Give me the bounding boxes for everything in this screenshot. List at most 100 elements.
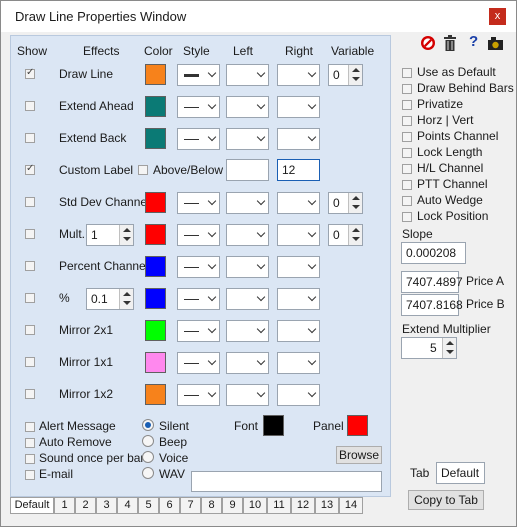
style-dropdown-mirror-1x1[interactable] <box>177 352 220 374</box>
left-dropdown-mirror-1x2[interactable] <box>226 384 269 406</box>
tab-6[interactable]: 6 <box>159 497 180 514</box>
browse-button[interactable]: Browse <box>336 446 382 464</box>
tab-8[interactable]: 8 <box>201 497 222 514</box>
style-dropdown-mirror-2x1[interactable] <box>177 320 220 342</box>
tab-name-input[interactable]: Default <box>436 462 485 484</box>
price-b-input[interactable]: 7407.8168 <box>401 294 463 316</box>
style-dropdown-percent[interactable] <box>177 288 220 310</box>
down-arrow-icon[interactable] <box>352 237 360 241</box>
trash-icon[interactable] <box>443 35 457 52</box>
hl-channel-checkbox[interactable] <box>402 164 412 174</box>
tab-1[interactable]: 1 <box>54 497 75 514</box>
privatize-checkbox[interactable] <box>402 100 412 110</box>
show-checkbox-custom-label[interactable] <box>25 163 35 175</box>
down-arrow-icon[interactable] <box>123 301 131 305</box>
left-dropdown-mult[interactable] <box>226 224 269 246</box>
title-bar[interactable]: Draw Line Properties Window x <box>1 1 516 32</box>
style-dropdown-draw-line[interactable] <box>177 64 220 86</box>
tab-14[interactable]: 14 <box>339 497 363 514</box>
down-arrow-icon[interactable] <box>352 205 360 209</box>
color-swatch-std-dev-channel[interactable] <box>145 192 166 213</box>
up-arrow-icon[interactable] <box>352 196 360 200</box>
left-dropdown-percent-channel[interactable] <box>226 256 269 278</box>
up-arrow-icon[interactable] <box>123 228 131 232</box>
sound-once-checkbox[interactable] <box>25 454 35 464</box>
right-dropdown-draw-line[interactable] <box>277 64 320 86</box>
show-checkbox-extend-back[interactable] <box>25 133 35 143</box>
wav-radio[interactable] <box>142 467 154 479</box>
mult-stepper[interactable]: 1 <box>86 224 134 246</box>
color-swatch-percent[interactable] <box>145 288 166 309</box>
left-dropdown-std-dev-channel[interactable] <box>226 192 269 214</box>
custom-label-left-input[interactable] <box>226 159 269 181</box>
up-arrow-icon[interactable] <box>352 68 360 72</box>
color-swatch-draw-line[interactable] <box>145 64 166 85</box>
color-swatch-extend-back[interactable] <box>145 128 166 149</box>
down-arrow-icon[interactable] <box>352 77 360 81</box>
ptt-channel-checkbox[interactable] <box>402 180 412 190</box>
tab-9[interactable]: 9 <box>222 497 243 514</box>
no-entry-icon[interactable] <box>420 35 436 51</box>
lock-length-checkbox[interactable] <box>402 148 412 158</box>
extend-multiplier-stepper[interactable]: 5 <box>401 337 457 359</box>
right-dropdown-extend-ahead[interactable] <box>277 96 320 118</box>
copy-to-tab-button[interactable]: Copy to Tab <box>408 490 484 510</box>
style-dropdown-percent-channel[interactable] <box>177 256 220 278</box>
silent-radio[interactable] <box>142 419 154 431</box>
auto-remove-checkbox[interactable] <box>25 438 35 448</box>
left-dropdown-extend-back[interactable] <box>226 128 269 150</box>
tab-2[interactable]: 2 <box>75 497 96 514</box>
font-color-swatch[interactable] <box>263 415 284 436</box>
style-dropdown-extend-back[interactable] <box>177 128 220 150</box>
color-swatch-mult[interactable] <box>145 224 166 245</box>
wav-file-input[interactable] <box>191 471 382 492</box>
left-dropdown-draw-line[interactable] <box>226 64 269 86</box>
color-swatch-mirror-1x2[interactable] <box>145 384 166 405</box>
tab-12[interactable]: 12 <box>291 497 315 514</box>
style-dropdown-mirror-1x2[interactable] <box>177 384 220 406</box>
down-arrow-icon[interactable] <box>123 237 131 241</box>
voice-radio[interactable] <box>142 451 154 463</box>
show-checkbox-percent[interactable] <box>25 293 35 303</box>
down-arrow-icon[interactable] <box>446 350 454 354</box>
right-dropdown-mirror-2x1[interactable] <box>277 320 320 342</box>
up-arrow-icon[interactable] <box>123 292 131 296</box>
above-below-checkbox[interactable] <box>138 165 148 175</box>
auto-wedge-checkbox[interactable] <box>402 196 412 206</box>
use-as-default-checkbox[interactable] <box>402 68 412 78</box>
price-a-input[interactable]: 7407.4897 <box>401 271 463 293</box>
lock-position-checkbox[interactable] <box>402 212 412 222</box>
left-dropdown-extend-ahead[interactable] <box>226 96 269 118</box>
show-checkbox-mirror-2x1[interactable] <box>25 325 35 335</box>
show-checkbox-percent-channel[interactable] <box>25 261 35 271</box>
right-dropdown-percent-channel[interactable] <box>277 256 320 278</box>
camera-icon[interactable] <box>487 35 504 52</box>
right-dropdown-std-dev-channel[interactable] <box>277 192 320 214</box>
show-checkbox-mirror-1x2[interactable] <box>25 389 35 399</box>
right-dropdown-percent[interactable] <box>277 288 320 310</box>
percent-stepper[interactable]: 0.1 <box>86 288 134 310</box>
tab-default[interactable]: Default <box>10 497 54 514</box>
show-checkbox-mirror-1x1[interactable] <box>25 357 35 367</box>
beep-radio[interactable] <box>142 435 154 447</box>
show-checkbox-std-dev-channel[interactable] <box>25 197 35 207</box>
email-checkbox[interactable] <box>25 470 35 480</box>
variable-stepper-mult[interactable]: 0 <box>328 224 363 246</box>
show-checkbox-extend-ahead[interactable] <box>25 101 35 111</box>
tab-7[interactable]: 7 <box>180 497 201 514</box>
show-checkbox-mult[interactable] <box>25 229 35 239</box>
draw-behind-bars-checkbox[interactable] <box>402 84 412 94</box>
tab-11[interactable]: 11 <box>267 497 291 514</box>
custom-label-right-input[interactable]: 12 <box>277 159 320 181</box>
style-dropdown-std-dev-channel[interactable] <box>177 192 220 214</box>
slope-input[interactable]: 0.000208 <box>401 242 466 264</box>
panel-color-swatch[interactable] <box>347 415 368 436</box>
style-dropdown-extend-ahead[interactable] <box>177 96 220 118</box>
right-dropdown-mirror-1x1[interactable] <box>277 352 320 374</box>
alert-message-checkbox[interactable] <box>25 422 35 432</box>
left-dropdown-mirror-1x1[interactable] <box>226 352 269 374</box>
horz-vert-checkbox[interactable] <box>402 116 412 126</box>
color-swatch-extend-ahead[interactable] <box>145 96 166 117</box>
color-swatch-mirror-1x1[interactable] <box>145 352 166 373</box>
variable-stepper-std-dev-channel[interactable]: 0 <box>328 192 363 214</box>
